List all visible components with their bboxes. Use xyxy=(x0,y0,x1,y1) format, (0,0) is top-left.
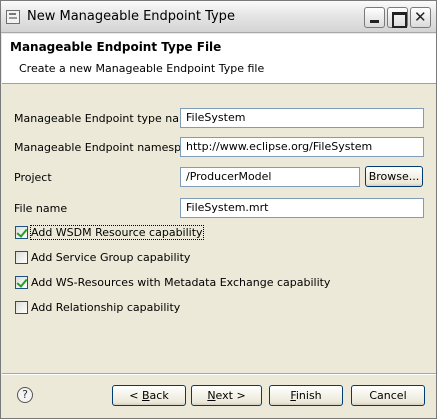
page-title: Manageable Endpoint Type File xyxy=(10,40,222,54)
namespace-label: Manageable Endpoint namespace xyxy=(14,141,201,154)
wsdm-capability-checkbox[interactable] xyxy=(15,226,28,239)
ws-resources-capability-checkbox[interactable] xyxy=(15,276,28,289)
back-button-prefix: < xyxy=(129,389,142,402)
relationship-capability-checkbox[interactable] xyxy=(15,301,28,314)
finish-button-rest: inish xyxy=(295,389,322,402)
wsdm-capability-label: Add WSDM Resource capability xyxy=(30,225,204,240)
title-bar[interactable]: New Manageable Endpoint Type ✕ xyxy=(1,1,436,33)
dialog-window: New Manageable Endpoint Type ✕ Manageabl… xyxy=(0,0,437,419)
type-name-label: Manageable Endpoint type name xyxy=(14,112,197,125)
back-button[interactable]: < Back xyxy=(112,385,186,406)
close-icon: ✕ xyxy=(414,8,427,26)
relationship-capability-label: Add Relationship capability xyxy=(31,301,181,314)
namespace-input[interactable]: http://www.eclipse.org/FileSystem xyxy=(180,137,424,157)
next-button-mnemonic: N xyxy=(207,389,216,402)
ws-resources-capability-label: Add WS-Resources with Metadata Exchange … xyxy=(31,276,331,289)
back-button-rest: ack xyxy=(149,389,169,402)
close-button[interactable]: ✕ xyxy=(410,7,431,28)
page-description: Create a new Manageable Endpoint Type fi… xyxy=(19,62,265,75)
help-icon[interactable]: ? xyxy=(17,387,33,403)
next-button[interactable]: Next > xyxy=(191,385,262,406)
type-name-input[interactable]: FileSystem xyxy=(180,108,424,128)
next-button-rest: ext > xyxy=(215,389,246,402)
cancel-button[interactable]: Cancel xyxy=(351,385,425,406)
file-name-label: File name xyxy=(14,202,68,215)
browse-button[interactable]: Browse... xyxy=(365,166,423,187)
minimize-button[interactable] xyxy=(364,7,385,28)
file-name-input[interactable]: FileSystem.mrt xyxy=(180,198,424,218)
maximize-button[interactable] xyxy=(387,7,408,28)
wizard-window-icon xyxy=(6,10,20,24)
project-label: Project xyxy=(14,171,52,184)
back-button-mnemonic: B xyxy=(142,389,150,402)
service-group-capability-label: Add Service Group capability xyxy=(31,251,191,264)
service-group-capability-checkbox[interactable] xyxy=(15,251,28,264)
finish-button[interactable]: Finish xyxy=(269,385,343,406)
window-title: New Manageable Endpoint Type xyxy=(27,9,235,24)
wizard-banner: Manageable Endpoint Type File Create a n… xyxy=(2,34,436,84)
footer-divider xyxy=(2,373,436,375)
project-input[interactable]: /ProducerModel xyxy=(180,167,360,187)
